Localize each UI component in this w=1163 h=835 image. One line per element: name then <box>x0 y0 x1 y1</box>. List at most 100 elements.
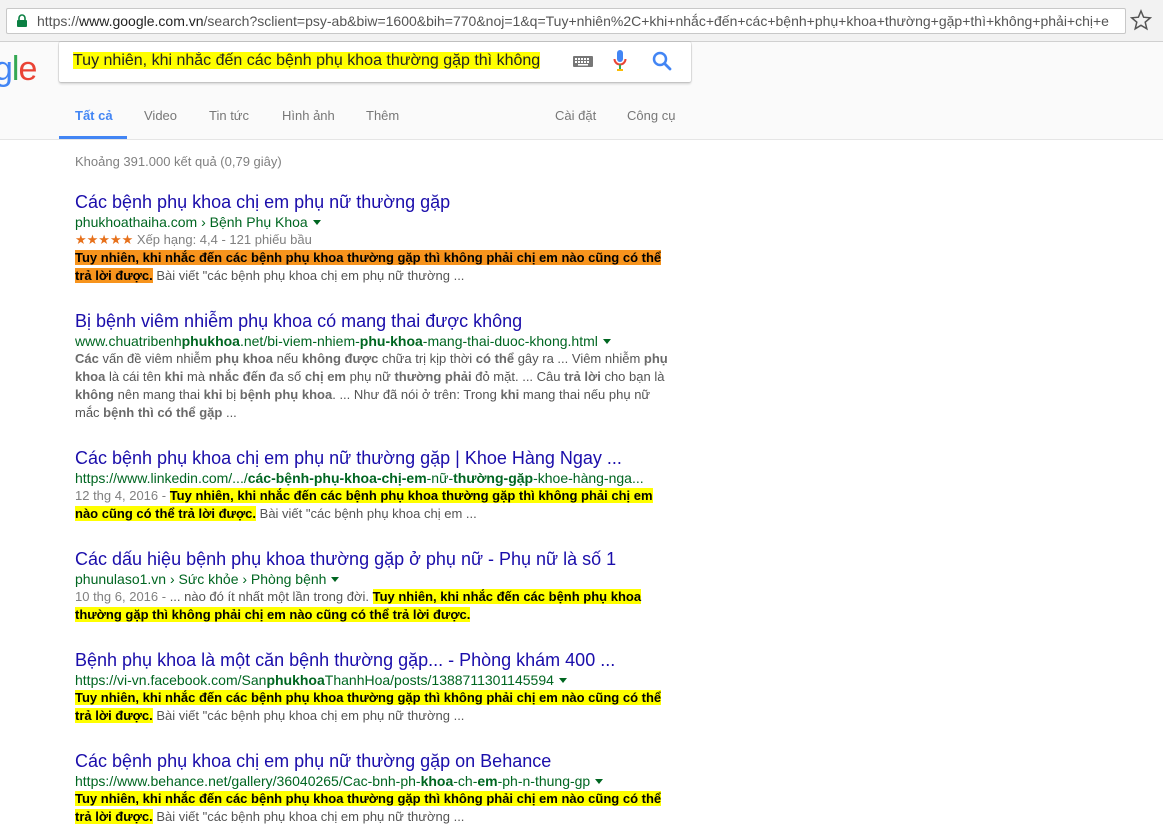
url-part-bold: phukhoa <box>266 672 325 688</box>
snippet-highlight: Tuy nhiên, khi nhắc đến các bệnh phụ kho… <box>169 488 653 503</box>
url-part: https://www.linkedin.com/.../ <box>75 470 248 486</box>
snippet-highlight: thường gặp thì không phải chị em nào cũn… <box>75 607 471 622</box>
snippet-bold-term: bệnh phụ khoa <box>239 387 333 402</box>
active-tab-indicator <box>59 136 127 139</box>
search-result: Bị bệnh viêm nhiễm phụ khoa có mang thai… <box>75 310 675 422</box>
snippet-bold-term: nhắc đến <box>208 369 266 384</box>
search-result: Các bệnh phụ khoa chị em phụ nữ thường g… <box>75 750 675 826</box>
result-stats: Khoảng 391.000 kết quả (0,79 giây) <box>75 154 282 169</box>
snippet-highlight: trả lời được. <box>75 708 153 723</box>
result-title-link[interactable]: Bệnh phụ khoa là một căn bệnh thường gặp… <box>75 649 675 671</box>
url-scheme: https:// <box>37 13 80 29</box>
search-result: Các dấu hiệu bệnh phụ khoa thường gặp ở … <box>75 548 675 624</box>
snippet-text: ... <box>222 405 237 420</box>
url-part: -ch- <box>453 773 478 789</box>
snippet-bold-term: có thể <box>475 351 515 366</box>
search-result: Các bệnh phụ khoa chị em phụ nữ thường g… <box>75 447 675 523</box>
result-url: https://www.behance.net/gallery/36040265… <box>75 772 675 790</box>
url-part: -nữ- <box>426 470 454 486</box>
snippet-highlight: trả lời được. <box>75 268 153 283</box>
search-icon[interactable] <box>651 50 673 72</box>
result-title-link[interactable]: Các dấu hiệu bệnh phụ khoa thường gặp ở … <box>75 548 675 570</box>
bookmark-star-icon[interactable] <box>1130 9 1152 31</box>
snippet-bold-term: khi <box>500 387 520 402</box>
google-logo[interactable]: gle <box>0 50 37 89</box>
tab-tools[interactable]: Công cụ <box>627 108 675 123</box>
snippet-bold-term: phụ khoa <box>215 351 273 366</box>
snippet-text: ... nào đó ít nhất một lần trong đời. <box>169 589 373 604</box>
tab-all[interactable]: Tất cả <box>75 108 113 123</box>
snippet-bold-term: phụ <box>643 351 668 366</box>
tab-settings[interactable]: Cài đặt <box>555 108 596 123</box>
keyboard-icon[interactable] <box>572 53 594 69</box>
snippet-bold-term: khoa <box>75 369 106 384</box>
chevron-down-icon[interactable] <box>595 779 604 784</box>
url-part: https://vi-vn.facebook.com/San <box>75 672 267 688</box>
rating-stars-icon: ★★★★★ <box>75 232 134 247</box>
tab-video[interactable]: Video <box>144 108 177 123</box>
tab-news[interactable]: Tin tức <box>209 108 249 123</box>
result-url: phunulaso1.vn › Sức khỏe › Phòng bệnh <box>75 570 675 588</box>
snippet-text: Bài viết "các bệnh phụ khoa chị em phụ n… <box>152 809 465 824</box>
rating-text: Xếp hạng: 4,4 - 121 phiếu bầu <box>136 232 312 247</box>
url-part-bold: các-bệnh-phụ-khoa-chị-em <box>247 470 427 486</box>
search-input[interactable]: Tuy nhiên, khi nhắc đến các bệnh phụ kho… <box>73 52 549 70</box>
chevron-down-icon[interactable] <box>312 220 321 225</box>
snippet-bold-term: trả lời <box>564 369 601 384</box>
microphone-icon[interactable] <box>613 49 627 73</box>
snippet-bold-term: chị em <box>304 369 346 384</box>
url-part-bold: em <box>477 773 498 789</box>
snippet-text: . ... Như đã nói ở trên: Trong <box>332 387 501 402</box>
chevron-down-icon[interactable] <box>331 577 340 582</box>
snippet-text: Bài viết "các bệnh phụ khoa chị em ... <box>256 506 477 521</box>
snippet-bold-term: khi <box>203 387 223 402</box>
snippet-text: nên mang thai <box>114 387 204 402</box>
result-snippet: Tuy nhiên, khi nhắc đến các bệnh phụ kho… <box>75 790 675 826</box>
result-title-link[interactable]: Các bệnh phụ khoa chị em phụ nữ thường g… <box>75 750 675 772</box>
snippet-text: mà <box>183 369 209 384</box>
url-part-bold: thường-gặp <box>453 470 534 486</box>
snippet-text: cho bạn là <box>600 369 665 384</box>
tab-images[interactable]: Hình ảnh <box>282 108 335 123</box>
snippet-text: đa số <box>265 369 305 384</box>
snippet-text: là cái tên <box>105 369 165 384</box>
result-snippet: 10 thg 6, 2016 - ... nào đó ít nhất một … <box>75 588 675 624</box>
url-part: https://www.behance.net/gallery/36040265… <box>75 773 421 789</box>
result-date: 10 thg 6, 2016 - <box>75 589 170 604</box>
snippet-bold-term: không <box>75 387 114 402</box>
snippet-highlight: nào cũng có thể trả lời được. <box>75 506 257 521</box>
chevron-down-icon[interactable] <box>602 339 611 344</box>
result-snippet: Tuy nhiên, khi nhắc đến các bệnh phụ kho… <box>75 249 675 285</box>
snippet-bold-term: khi <box>164 369 184 384</box>
snippet-text: vấn đề viêm nhiễm <box>98 351 216 366</box>
snippet-highlight: Tuy nhiên, khi nhắc đến các bệnh phụ kho… <box>75 791 662 806</box>
result-rating: ★★★★★ Xếp hạng: 4,4 - 121 phiếu bầu <box>75 231 675 249</box>
snippet-bold-term: không được <box>301 351 379 366</box>
snippet-bold-term: Các <box>75 351 99 366</box>
snippet-text: bị <box>222 387 240 402</box>
result-title-link[interactable]: Các bệnh phụ khoa chị em phụ nữ thường g… <box>75 447 675 469</box>
snippet-highlight: trả lời được. <box>75 809 153 824</box>
url-part: www.chuatribenh <box>75 333 182 349</box>
url-part-bold: khoa <box>420 773 454 789</box>
url-host: www.google.com.vn <box>79 13 204 29</box>
browser-toolbar: https://www.google.com.vn/search?sclient… <box>0 0 1163 42</box>
result-url: https://vi-vn.facebook.com/SanphukhoaTha… <box>75 671 675 689</box>
address-url[interactable]: https://www.google.com.vn/search?sclient… <box>37 13 1117 29</box>
snippet-highlight: Tuy nhiên, khi nhắc đến các bệnh phụ kho… <box>75 250 662 265</box>
url-part: -khoe-hàng-nga... <box>533 470 644 486</box>
snippet-text: mang thai nếu phụ nữ <box>519 387 651 402</box>
search-box[interactable]: Tuy nhiên, khi nhắc đến các bệnh phụ kho… <box>59 42 691 82</box>
tab-more[interactable]: Thêm <box>366 108 399 123</box>
result-title-link[interactable]: Các bệnh phụ khoa chị em phụ nữ thường g… <box>75 191 675 213</box>
url-part: -ph-n-thung-gp <box>497 773 591 789</box>
address-bar[interactable]: https://www.google.com.vn/search?sclient… <box>6 8 1126 34</box>
snippet-text: gây ra ... Viêm nhiễm <box>514 351 644 366</box>
chevron-down-icon[interactable] <box>558 678 567 683</box>
result-url: phukhoathaiha.com › Bệnh Phụ Khoa <box>75 213 675 231</box>
snippet-highlight: Tuy nhiên, khi nhắc đến các bệnh phụ kho… <box>75 690 662 705</box>
result-title-link[interactable]: Bị bệnh viêm nhiễm phụ khoa có mang thai… <box>75 310 675 332</box>
result-snippet: Tuy nhiên, khi nhắc đến các bệnh phụ kho… <box>75 689 675 725</box>
snippet-text: mắc <box>75 405 104 420</box>
result-date: 12 thg 4, 2016 - <box>75 488 170 503</box>
